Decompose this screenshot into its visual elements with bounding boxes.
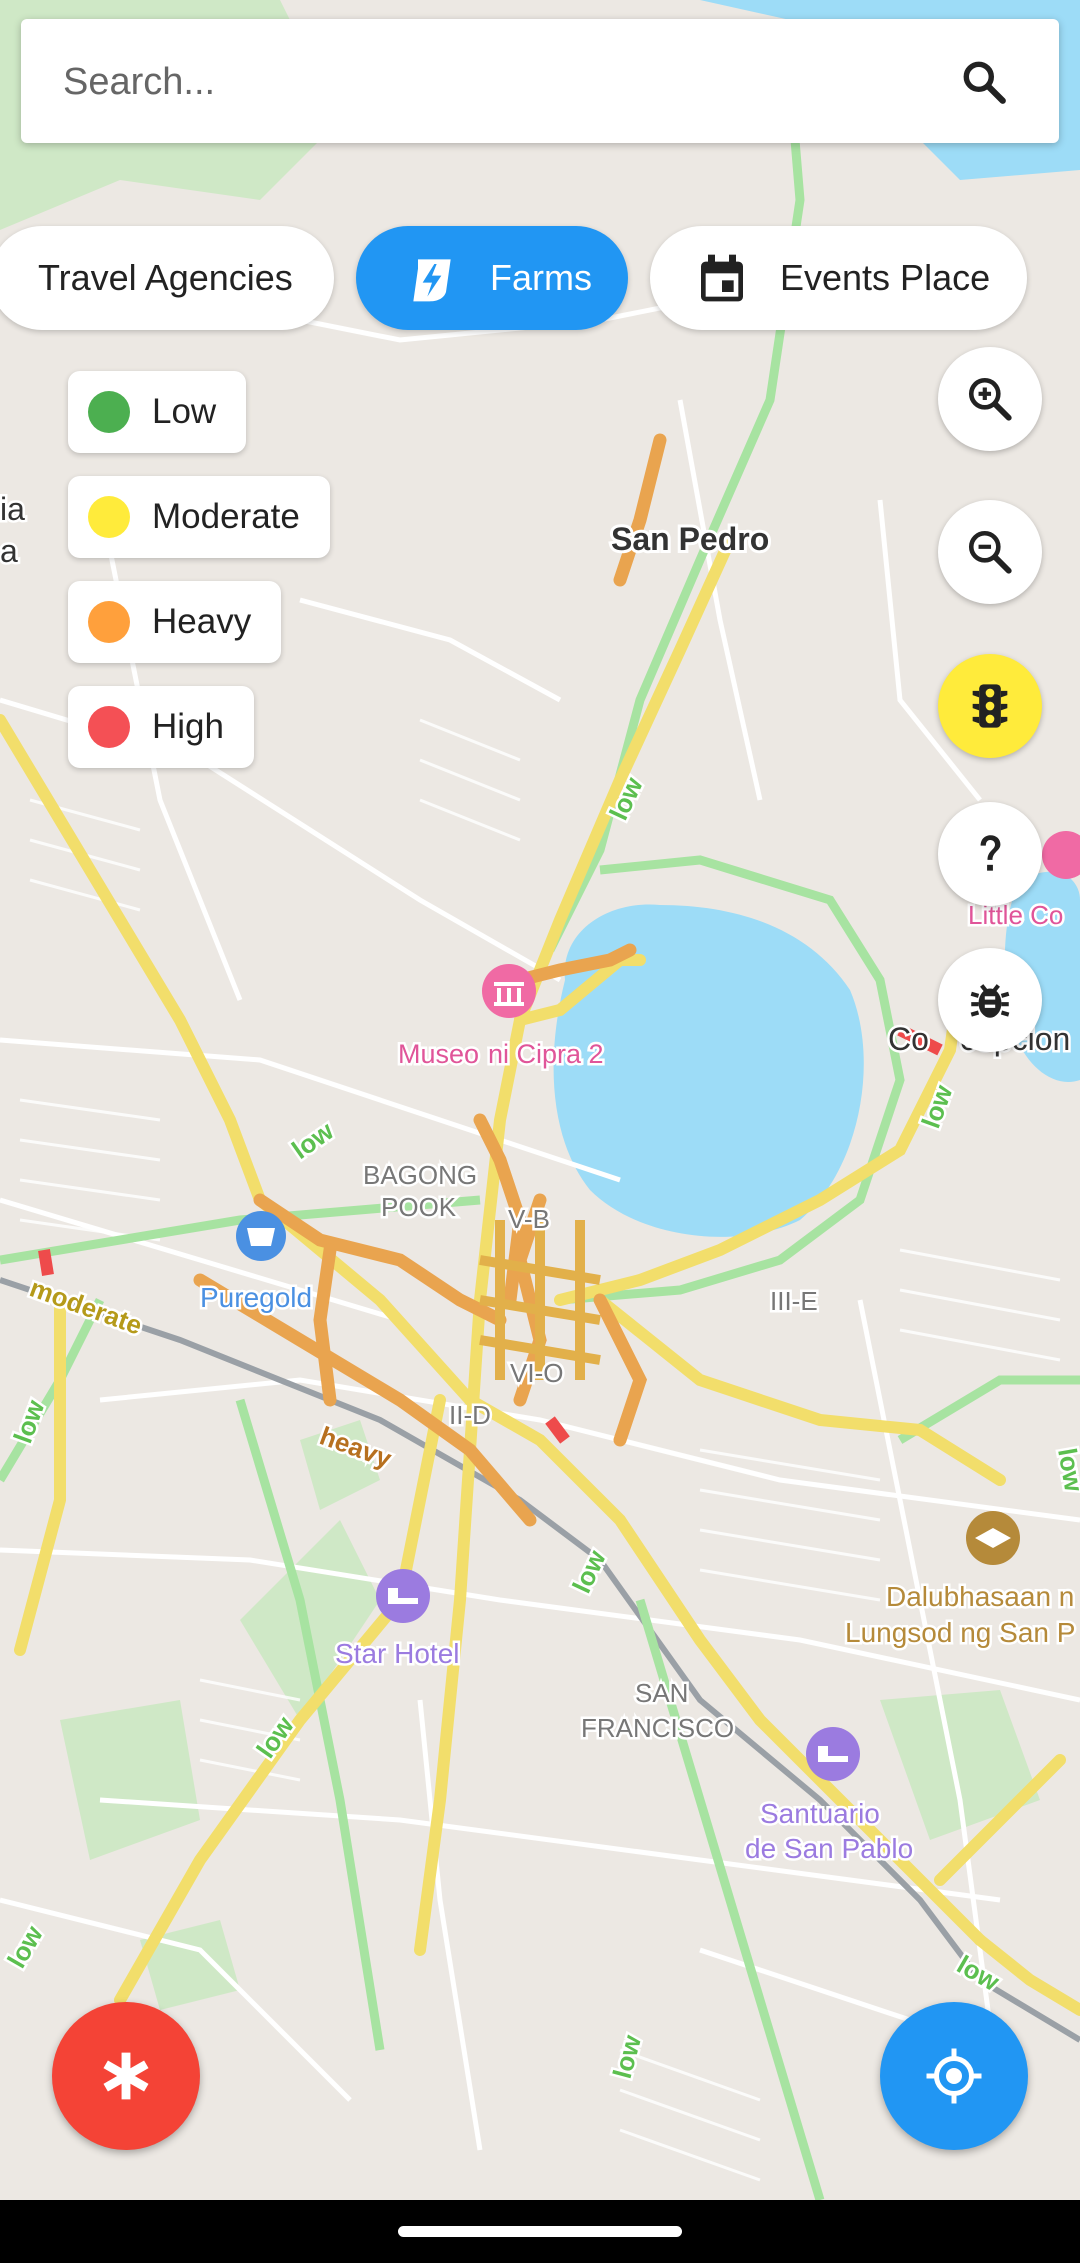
search-input[interactable] [61,19,945,145]
hotel-marker[interactable] [376,1569,430,1623]
label-iiie: III-E [770,1286,818,1316]
traffic-light-icon [972,684,1008,728]
home-gesture-handle[interactable] [398,2226,682,2237]
legend-label-low: Low [152,392,217,431]
downtown-heavy-grid [479,1220,601,1380]
label-dalub-a: Dalubhasaan n [886,1581,1074,1612]
label-museo-a: Museo [398,1039,479,1069]
label-museo-b: ni Cipra 2 [488,1039,604,1069]
label-concepcion-a: Co [888,1021,929,1057]
label-vio: VI-O [510,1358,563,1388]
asterisk-icon [103,2052,149,2100]
shopping-marker[interactable] [236,1211,286,1261]
calendar-icon [701,254,743,302]
bug-icon [970,984,1010,1018]
chip-travel-agencies[interactable]: Travel Agencies [0,226,334,330]
legend-dot-moderate [88,496,130,538]
chip-travel-agencies-label: Travel Agencies [38,257,293,298]
my-location-button[interactable] [880,2002,1028,2150]
search-bar [21,19,1059,145]
legend-dot-high [88,706,130,748]
label-san-pedro: San Pedro [611,521,769,557]
legend-label-heavy: Heavy [152,602,252,641]
chip-farms-label: Farms [490,257,592,298]
chip-events-place-label: Events Place [780,257,991,298]
help-button[interactable] [938,802,1042,906]
label-san: SAN [635,1678,688,1708]
label-pook: POOK [381,1192,457,1222]
zoom-out-icon [968,530,1012,574]
report-bug-button[interactable] [938,948,1042,1052]
museum-marker[interactable] [482,964,536,1018]
label-santuario-b: de San Pablo [745,1833,913,1864]
traffic-toggle-button[interactable] [938,654,1042,758]
help-icon [980,835,1001,871]
legend-label-moderate: Moderate [152,497,300,536]
hotel-marker-2[interactable] [806,1727,860,1781]
legend-heavy: Heavy [68,581,282,663]
my-location-icon [926,2048,982,2104]
label-dalub-b: Lungsod ng San P [845,1617,1075,1648]
chip-events-place[interactable]: Events Place [650,226,1027,330]
label-santuario-a: Santuario [760,1798,880,1829]
bolt-icon [413,259,451,302]
label-vb: V-B [508,1204,550,1234]
label-francisco: FRANCISCO [581,1713,734,1743]
legend-moderate: Moderate [68,476,330,558]
label-edge-a: ia [0,491,25,527]
legend-dot-low [88,391,130,433]
search-icon[interactable] [959,57,1009,107]
label-puregold: Puregold [200,1282,312,1313]
map-canvas[interactable]: San Pedro Museo ni Cipra 2 BAGONG POOK V… [0,0,1080,2200]
label-iid: II-D [449,1400,491,1430]
zoom-out-button[interactable] [938,500,1042,604]
emergency-button[interactable] [52,2002,200,2150]
legend-low: Low [68,371,247,453]
legend-high: High [68,686,254,768]
label-star-hotel: Star Hotel [335,1638,460,1669]
chip-farms[interactable]: Farms [356,226,628,330]
school-marker[interactable] [966,1511,1020,1565]
legend-label-high: High [152,707,224,746]
zoom-in-button[interactable] [938,347,1042,451]
label-bagong: BAGONG [363,1160,477,1190]
label-edge-b: a [0,533,18,569]
zoom-in-icon [968,377,1012,421]
legend-dot-heavy [88,601,130,643]
